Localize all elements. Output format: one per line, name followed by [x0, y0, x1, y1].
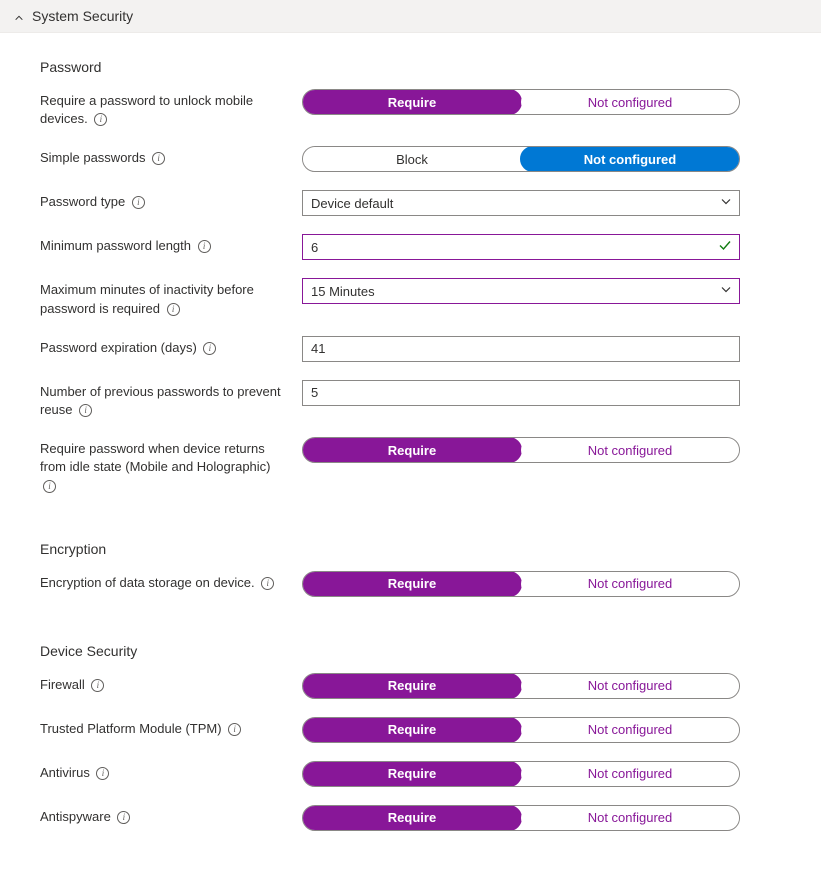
- toggle-not-configured[interactable]: Not configured: [521, 806, 739, 830]
- info-icon[interactable]: [96, 767, 109, 780]
- info-icon[interactable]: [79, 404, 92, 417]
- info-icon[interactable]: [117, 811, 130, 824]
- toggle-require[interactable]: Require: [302, 761, 522, 787]
- toggle-not-configured[interactable]: Not configured: [521, 762, 739, 786]
- require-password-unlock-label: Require a password to unlock mobile devi…: [40, 89, 290, 128]
- min-password-length-label: Minimum password length: [40, 234, 290, 255]
- password-expiration-label: Password expiration (days): [40, 336, 290, 357]
- password-expiration-input[interactable]: [302, 336, 740, 362]
- password-type-select[interactable]: Device default: [302, 190, 740, 216]
- toggle-require[interactable]: Require: [302, 805, 522, 831]
- toggle-require[interactable]: Require: [302, 571, 522, 597]
- encryption-section-title: Encryption: [40, 541, 805, 557]
- info-icon[interactable]: [132, 196, 145, 209]
- section-title: System Security: [32, 8, 133, 24]
- antivirus-label: Antivirus: [40, 761, 290, 782]
- encryption-storage-label: Encryption of data storage on device.: [40, 571, 290, 592]
- toggle-not-configured[interactable]: Not configured: [521, 718, 739, 742]
- toggle-block[interactable]: Block: [303, 147, 521, 171]
- info-icon[interactable]: [91, 679, 104, 692]
- chevron-up-icon: [14, 11, 24, 21]
- toggle-not-configured[interactable]: Not configured: [521, 674, 739, 698]
- require-password-unlock-toggle[interactable]: Require Not configured: [302, 89, 740, 115]
- require-password-idle-label: Require password when device returns fro…: [40, 437, 290, 495]
- info-icon[interactable]: [167, 303, 180, 316]
- min-password-length-input[interactable]: [302, 234, 740, 260]
- toggle-require[interactable]: Require: [302, 89, 522, 115]
- password-type-label: Password type: [40, 190, 290, 211]
- max-inactivity-label: Maximum minutes of inactivity before pas…: [40, 278, 290, 317]
- max-inactivity-value: 15 Minutes: [311, 284, 375, 299]
- password-type-value: Device default: [311, 196, 393, 211]
- info-icon[interactable]: [228, 723, 241, 736]
- device-security-section-title: Device Security: [40, 643, 805, 659]
- toggle-require[interactable]: Require: [302, 717, 522, 743]
- password-section-title: Password: [40, 59, 805, 75]
- toggle-not-configured[interactable]: Not configured: [521, 90, 739, 114]
- info-icon[interactable]: [203, 342, 216, 355]
- antispyware-toggle[interactable]: Require Not configured: [302, 805, 740, 831]
- antispyware-label: Antispyware: [40, 805, 290, 826]
- toggle-not-configured[interactable]: Not configured: [520, 146, 740, 172]
- toggle-not-configured[interactable]: Not configured: [521, 438, 739, 462]
- prev-passwords-label: Number of previous passwords to prevent …: [40, 380, 290, 419]
- toggle-require[interactable]: Require: [302, 437, 522, 463]
- max-inactivity-select[interactable]: 15 Minutes: [302, 278, 740, 304]
- encryption-storage-toggle[interactable]: Require Not configured: [302, 571, 740, 597]
- simple-passwords-toggle[interactable]: Block Not configured: [302, 146, 740, 172]
- prev-passwords-input[interactable]: [302, 380, 740, 406]
- info-icon[interactable]: [152, 152, 165, 165]
- firewall-toggle[interactable]: Require Not configured: [302, 673, 740, 699]
- info-icon[interactable]: [94, 113, 107, 126]
- toggle-require[interactable]: Require: [302, 673, 522, 699]
- info-icon[interactable]: [261, 577, 274, 590]
- toggle-not-configured[interactable]: Not configured: [521, 572, 739, 596]
- info-icon[interactable]: [198, 240, 211, 253]
- require-password-idle-toggle[interactable]: Require Not configured: [302, 437, 740, 463]
- simple-passwords-label: Simple passwords: [40, 146, 290, 167]
- tpm-toggle[interactable]: Require Not configured: [302, 717, 740, 743]
- tpm-label: Trusted Platform Module (TPM): [40, 717, 290, 738]
- section-header[interactable]: System Security: [0, 0, 821, 33]
- antivirus-toggle[interactable]: Require Not configured: [302, 761, 740, 787]
- firewall-label: Firewall: [40, 673, 290, 694]
- info-icon[interactable]: [43, 480, 56, 493]
